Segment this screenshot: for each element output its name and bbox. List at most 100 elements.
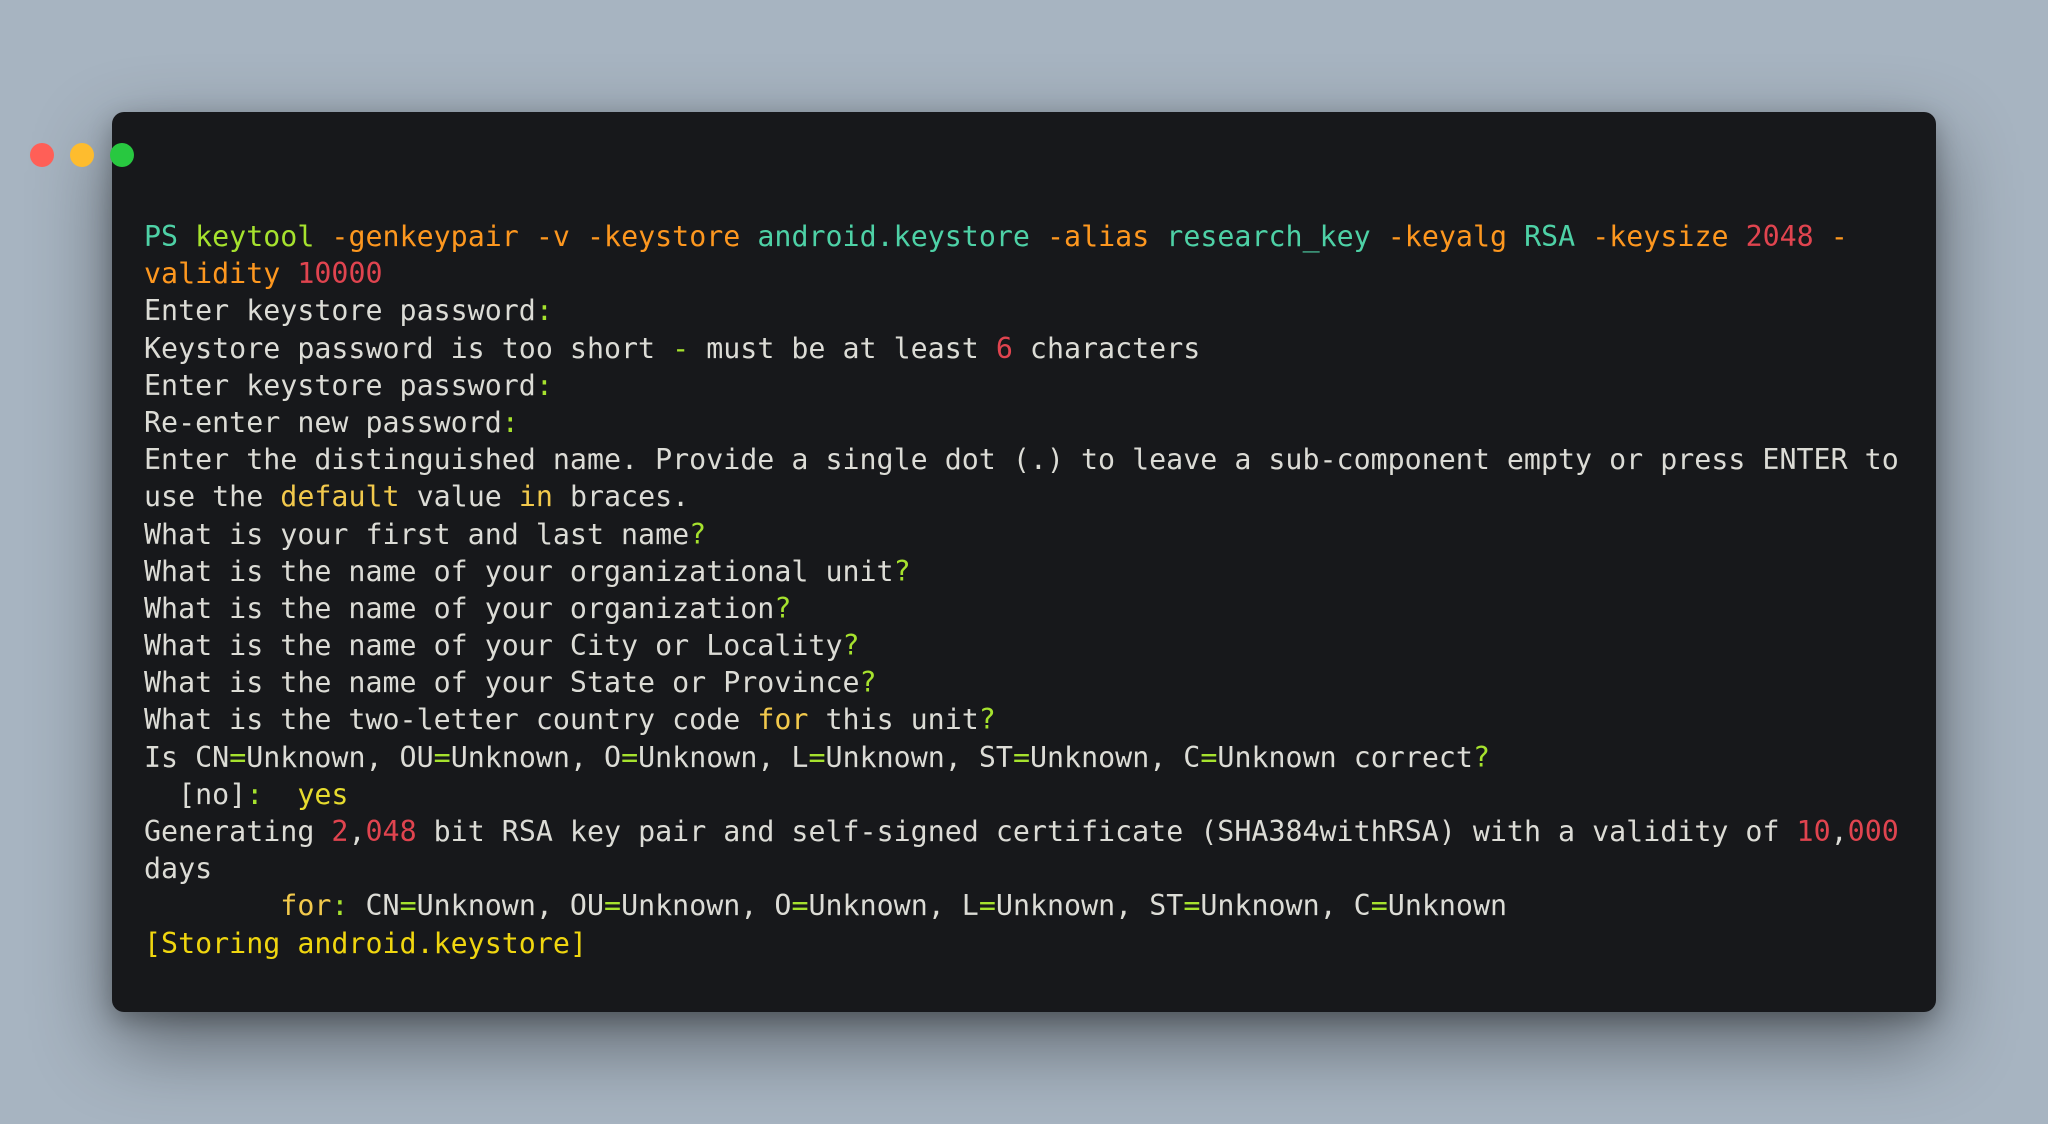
close-window-button[interactable] <box>30 143 54 167</box>
terminal-output[interactable]: PS keytool -genkeypair -v -keystore andr… <box>144 218 1899 962</box>
terminal-token: = <box>978 889 996 923</box>
terminal-token: What is the name of your City or Localit… <box>144 629 843 663</box>
terminal-token: Unknown, OU <box>416 889 605 923</box>
maximize-window-button[interactable] <box>110 143 134 167</box>
terminal-token: = <box>1370 889 1388 923</box>
terminal-token: in <box>518 480 553 514</box>
terminal-token: android.keystore <box>757 220 1030 253</box>
terminal-token: What is your first and last name <box>144 517 690 551</box>
terminal-token: Unknown, L <box>808 889 979 923</box>
terminal-line: What is the name of your State or Provin… <box>144 664 1884 701</box>
terminal-line: What is the name of your organizational … <box>144 553 1884 590</box>
terminal-token: Unknown correct <box>1217 740 1473 774</box>
terminal-token: validity <box>144 257 281 291</box>
terminal-token: , <box>1830 815 1848 848</box>
terminal-token: characters <box>1012 331 1201 365</box>
terminal-token: = <box>621 740 639 774</box>
terminal-token: Unknown, L <box>638 740 809 774</box>
terminal-token: What is the name of your organizational … <box>144 554 894 588</box>
terminal-token: : <box>535 294 553 328</box>
terminal-line: What is the two-letter country code for … <box>144 701 1884 738</box>
terminal-line: What is the name of your organization? <box>144 590 1884 627</box>
terminal-token: What is the name of your organization <box>144 591 775 625</box>
terminal-token: -keysize <box>1592 220 1729 253</box>
terminal-token: use the <box>144 480 281 514</box>
terminal-token: -alias <box>1047 220 1150 253</box>
terminal-token: Is CN <box>144 740 230 774</box>
terminal-token: -v <box>535 220 570 253</box>
terminal-token: Generating <box>144 815 332 848</box>
terminal-token: [Storing android.keystore] <box>144 926 587 960</box>
terminal-token: Unknown, ST <box>995 889 1184 923</box>
terminal-line: for: CN=Unknown, OU=Unknown, O=Unknown, … <box>144 887 1884 924</box>
terminal-token: ? <box>842 629 860 663</box>
terminal-token: 000 <box>1847 815 1899 848</box>
terminal-token: What is the name of your State or Provin… <box>144 666 860 700</box>
terminal-token: : <box>246 777 264 811</box>
terminal-line: use the default value in braces. <box>144 478 1884 515</box>
terminal-token: : <box>331 889 349 923</box>
terminal-line: Enter keystore password: <box>144 367 1884 404</box>
terminal-token: : <box>535 368 553 402</box>
terminal-line: Enter keystore password: <box>144 292 1884 329</box>
terminal-line: days <box>144 850 1884 887</box>
terminal-token: yes <box>297 777 349 811</box>
terminal-token: , <box>348 815 366 848</box>
terminal-token: Unknown, O <box>621 889 792 923</box>
terminal-token: ? <box>774 591 792 625</box>
terminal-line: Re-enter new password: <box>144 404 1884 441</box>
terminal-token: Keystore password is too short <box>144 331 673 365</box>
terminal-token: days <box>144 852 213 886</box>
terminal-token: 048 <box>365 815 417 848</box>
terminal-token: PS <box>144 220 196 253</box>
terminal-token: Unknown, OU <box>246 740 434 774</box>
terminal-line: Is CN=Unknown, OU=Unknown, O=Unknown, L=… <box>144 739 1884 776</box>
terminal-line: What is the name of your City or Localit… <box>144 627 1884 664</box>
terminal-token: -keystore <box>587 220 741 253</box>
minimize-window-button[interactable] <box>70 143 94 167</box>
terminal-token: Unknown, ST <box>825 740 1013 774</box>
terminal-token: Unknown <box>1387 889 1508 923</box>
terminal-token: Enter the distinguished name. Provide a … <box>144 443 1899 477</box>
terminal-token: = <box>229 740 247 774</box>
terminal-token: : <box>501 405 519 439</box>
terminal-token: = <box>604 889 622 923</box>
terminal-token: Unknown, C <box>1200 889 1371 923</box>
terminal-token: for <box>757 703 809 737</box>
terminal-token: 10000 <box>297 257 383 291</box>
terminal-line: Keystore password is too short - must be… <box>144 330 1884 367</box>
terminal-token: CN <box>348 889 400 923</box>
terminal-token: keytool <box>195 220 315 253</box>
terminal-token: = <box>399 889 417 923</box>
terminal-token: ? <box>978 703 996 737</box>
terminal-token: RSA <box>1524 220 1576 253</box>
terminal-token: Unknown, O <box>450 740 622 774</box>
terminal-line: What is your first and last name? <box>144 516 1884 553</box>
terminal-token: = <box>1200 740 1218 774</box>
terminal-line: validity 10000 <box>144 255 1884 292</box>
terminal-line: Generating 2,048 bit RSA key pair and se… <box>144 813 1899 850</box>
terminal-line: [Storing android.keystore] <box>144 925 1884 962</box>
terminal-token: Enter keystore password <box>144 294 536 328</box>
terminal-token: bit RSA key pair and self-signed certifi… <box>416 815 1797 848</box>
terminal-token: What is the two-letter country code <box>144 703 758 737</box>
terminal-token: ? <box>689 517 707 551</box>
terminal-token: - <box>672 331 690 365</box>
terminal-token: this unit <box>808 703 979 737</box>
terminal-token: [no] <box>144 777 247 811</box>
terminal-token: = <box>433 740 451 774</box>
terminal-token: - <box>1830 220 1848 253</box>
terminal-token: for <box>280 889 332 923</box>
